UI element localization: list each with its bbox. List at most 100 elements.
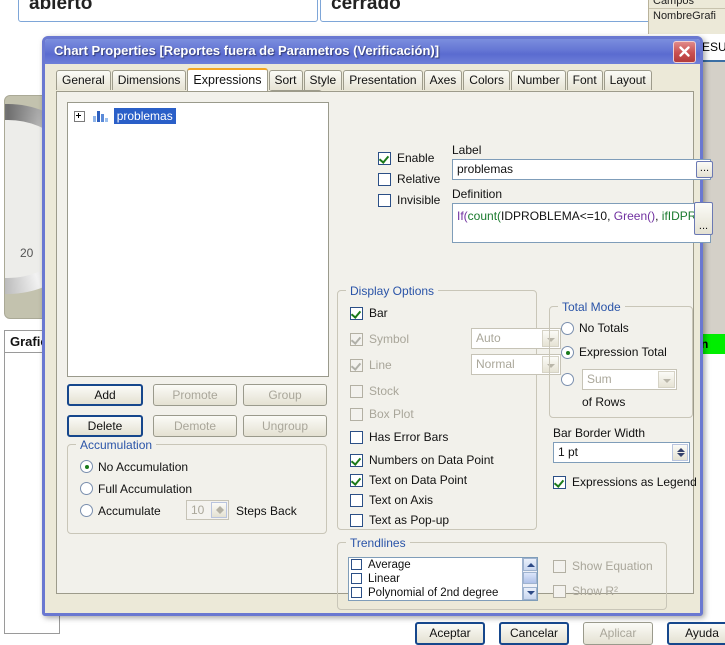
accept-button[interactable]: Aceptar xyxy=(415,622,485,645)
total-mode-title: Total Mode xyxy=(558,300,625,314)
checkbox-trendline-average[interactable] xyxy=(351,559,362,570)
steps-back-input: 10 xyxy=(186,500,229,520)
accumulation-group: Accumulation No Accumulation Full Accumu… xyxy=(67,438,327,534)
bar-border-width-value: 1 pt xyxy=(558,445,579,459)
checkbox-show-equation xyxy=(553,560,566,573)
checkbox-line xyxy=(350,359,363,372)
tab-strip: General Dimensions Expressions Sort Styl… xyxy=(56,68,682,110)
label-relative: Relative xyxy=(397,172,441,186)
trendline-item-linear[interactable]: Linear xyxy=(349,572,537,586)
label-bar-border-width: Bar Border Width xyxy=(553,426,646,440)
campos-panel-title: Campos xyxy=(649,0,725,9)
trendlines-scrollbar[interactable] xyxy=(522,558,537,600)
label-expressions-as-legend: Expressions as Legend xyxy=(572,475,697,489)
campos-panel-field: NombreGrafi xyxy=(653,10,716,22)
trendline-item-poly2[interactable]: Polynomial of 2nd degree xyxy=(349,586,537,600)
chevron-down-icon xyxy=(658,371,675,388)
checkbox-enable[interactable] xyxy=(378,152,391,165)
column-header-cerrado: cerrado xyxy=(320,0,675,22)
tree-item-problemas[interactable]: problemas xyxy=(74,108,328,124)
label-show-equation: Show Equation xyxy=(572,559,653,573)
checkbox-text-as-popup[interactable] xyxy=(350,514,363,527)
tab-general[interactable]: General xyxy=(56,70,111,90)
delete-button[interactable]: Delete xyxy=(67,415,143,437)
tab-presentation[interactable]: Presentation xyxy=(343,70,423,90)
checkbox-relative[interactable] xyxy=(378,173,391,186)
label-of-rows: of Rows xyxy=(582,395,626,409)
ungroup-button: Ungroup xyxy=(243,415,327,437)
help-button[interactable]: Ayuda xyxy=(667,622,725,645)
scroll-down-icon[interactable] xyxy=(523,587,537,600)
label-bar: Bar xyxy=(369,306,388,320)
tab-layout[interactable]: Layout xyxy=(603,70,652,90)
cancel-button[interactable]: Cancelar xyxy=(499,622,569,645)
background-esu-label: ESU xyxy=(702,40,725,54)
dialog-titlebar[interactable]: Chart Properties [Reportes fuera de Para… xyxy=(45,39,700,64)
checkbox-text-on-data-point[interactable] xyxy=(350,474,363,487)
radio-accumulate[interactable] xyxy=(80,504,93,517)
line-combo-value: Normal xyxy=(476,357,515,371)
trendline-item-average[interactable]: Average xyxy=(349,558,537,572)
tab-dimensions[interactable]: Dimensions xyxy=(111,70,187,90)
checkbox-text-on-axis[interactable] xyxy=(350,494,363,507)
checkbox-expressions-as-legend[interactable] xyxy=(553,476,566,489)
add-button[interactable]: Add xyxy=(67,384,143,406)
label-full-accumulation: Full Accumulation xyxy=(98,482,193,496)
tab-font[interactable]: Font xyxy=(566,70,603,90)
tree-item-label: problemas xyxy=(113,108,176,124)
expressions-tree[interactable]: problemas xyxy=(67,102,329,377)
tab-number[interactable]: Number xyxy=(510,70,566,90)
gauge-value-label: 20 xyxy=(20,246,34,260)
promote-button: Promote xyxy=(153,384,237,406)
tab-style[interactable]: Style xyxy=(303,70,343,90)
tab-sort[interactable]: Sort xyxy=(268,70,303,90)
label-input[interactable]: problemas xyxy=(452,159,711,180)
tab-expressions[interactable]: Expressions xyxy=(187,68,268,91)
checkbox-invisible[interactable] xyxy=(378,194,391,207)
tab-axes[interactable]: Axes xyxy=(423,70,463,90)
symbol-combo-value: Auto xyxy=(476,331,501,345)
radio-no-accumulation[interactable] xyxy=(80,460,93,473)
radio-no-totals[interactable] xyxy=(561,322,574,335)
scrollbar-thumb[interactable] xyxy=(523,572,537,584)
checkbox-has-error-bars[interactable] xyxy=(350,431,363,444)
expand-plus-icon[interactable] xyxy=(74,110,85,122)
label-show-r2: Show R² xyxy=(572,584,619,598)
scroll-up-icon[interactable] xyxy=(523,558,537,571)
label-invisible: Invisible xyxy=(397,193,441,207)
label-browse-button[interactable]: ... xyxy=(696,161,713,178)
definition-browse-button[interactable]: ... xyxy=(694,202,713,235)
tab-colors[interactable]: Colors xyxy=(463,70,510,90)
radio-expression-total[interactable] xyxy=(561,346,574,359)
label-line: Line xyxy=(369,358,392,372)
chart-properties-dialog: Chart Properties [Reportes fuera de Para… xyxy=(42,36,725,645)
demote-button: Demote xyxy=(153,415,237,437)
definition-input[interactable]: If(count(IDPROBLEMA<=10, Green(), ifIDPR… xyxy=(452,203,711,243)
label-input-value: problemas xyxy=(457,162,514,176)
trendline-item-poly3[interactable]: Polynomial of 3rd degree xyxy=(349,600,537,601)
trendlines-title: Trendlines xyxy=(346,536,410,550)
checkbox-trendline-poly2[interactable] xyxy=(351,587,362,598)
campos-panel: Campos NombreGrafi xyxy=(648,0,725,34)
expressions-tab-page: problemas Add Promote Group Delete Demot… xyxy=(56,91,713,610)
bar-border-width-input[interactable]: 1 pt xyxy=(553,442,690,463)
radio-full-accumulation[interactable] xyxy=(80,482,93,495)
label-expression-total: Expression Total xyxy=(579,345,667,359)
bar-border-width-spinner[interactable] xyxy=(672,444,688,461)
label-text-on-data-point: Text on Data Point xyxy=(369,473,468,487)
label-no-totals: No Totals xyxy=(579,321,629,335)
checkbox-trendline-linear[interactable] xyxy=(351,573,362,584)
label-text-on-axis: Text on Axis xyxy=(369,493,434,507)
radio-aggregation-total[interactable] xyxy=(561,373,574,386)
close-icon[interactable] xyxy=(673,41,696,63)
aggregation-combo-value: Sum xyxy=(587,372,612,386)
label-symbol: Symbol xyxy=(369,332,410,346)
label-box-plot: Box Plot xyxy=(369,407,414,421)
label-has-error-bars: Has Error Bars xyxy=(369,430,449,444)
checkbox-numbers-on-data-point[interactable] xyxy=(350,454,363,467)
trendlines-list[interactable]: Average Linear Polynomial of 2nd degree … xyxy=(348,557,538,601)
label-caption: Label xyxy=(452,143,482,157)
label-accumulate: Accumulate xyxy=(98,504,161,518)
label-numbers-on-data-point: Numbers on Data Point xyxy=(369,453,494,467)
checkbox-bar[interactable] xyxy=(350,307,363,320)
